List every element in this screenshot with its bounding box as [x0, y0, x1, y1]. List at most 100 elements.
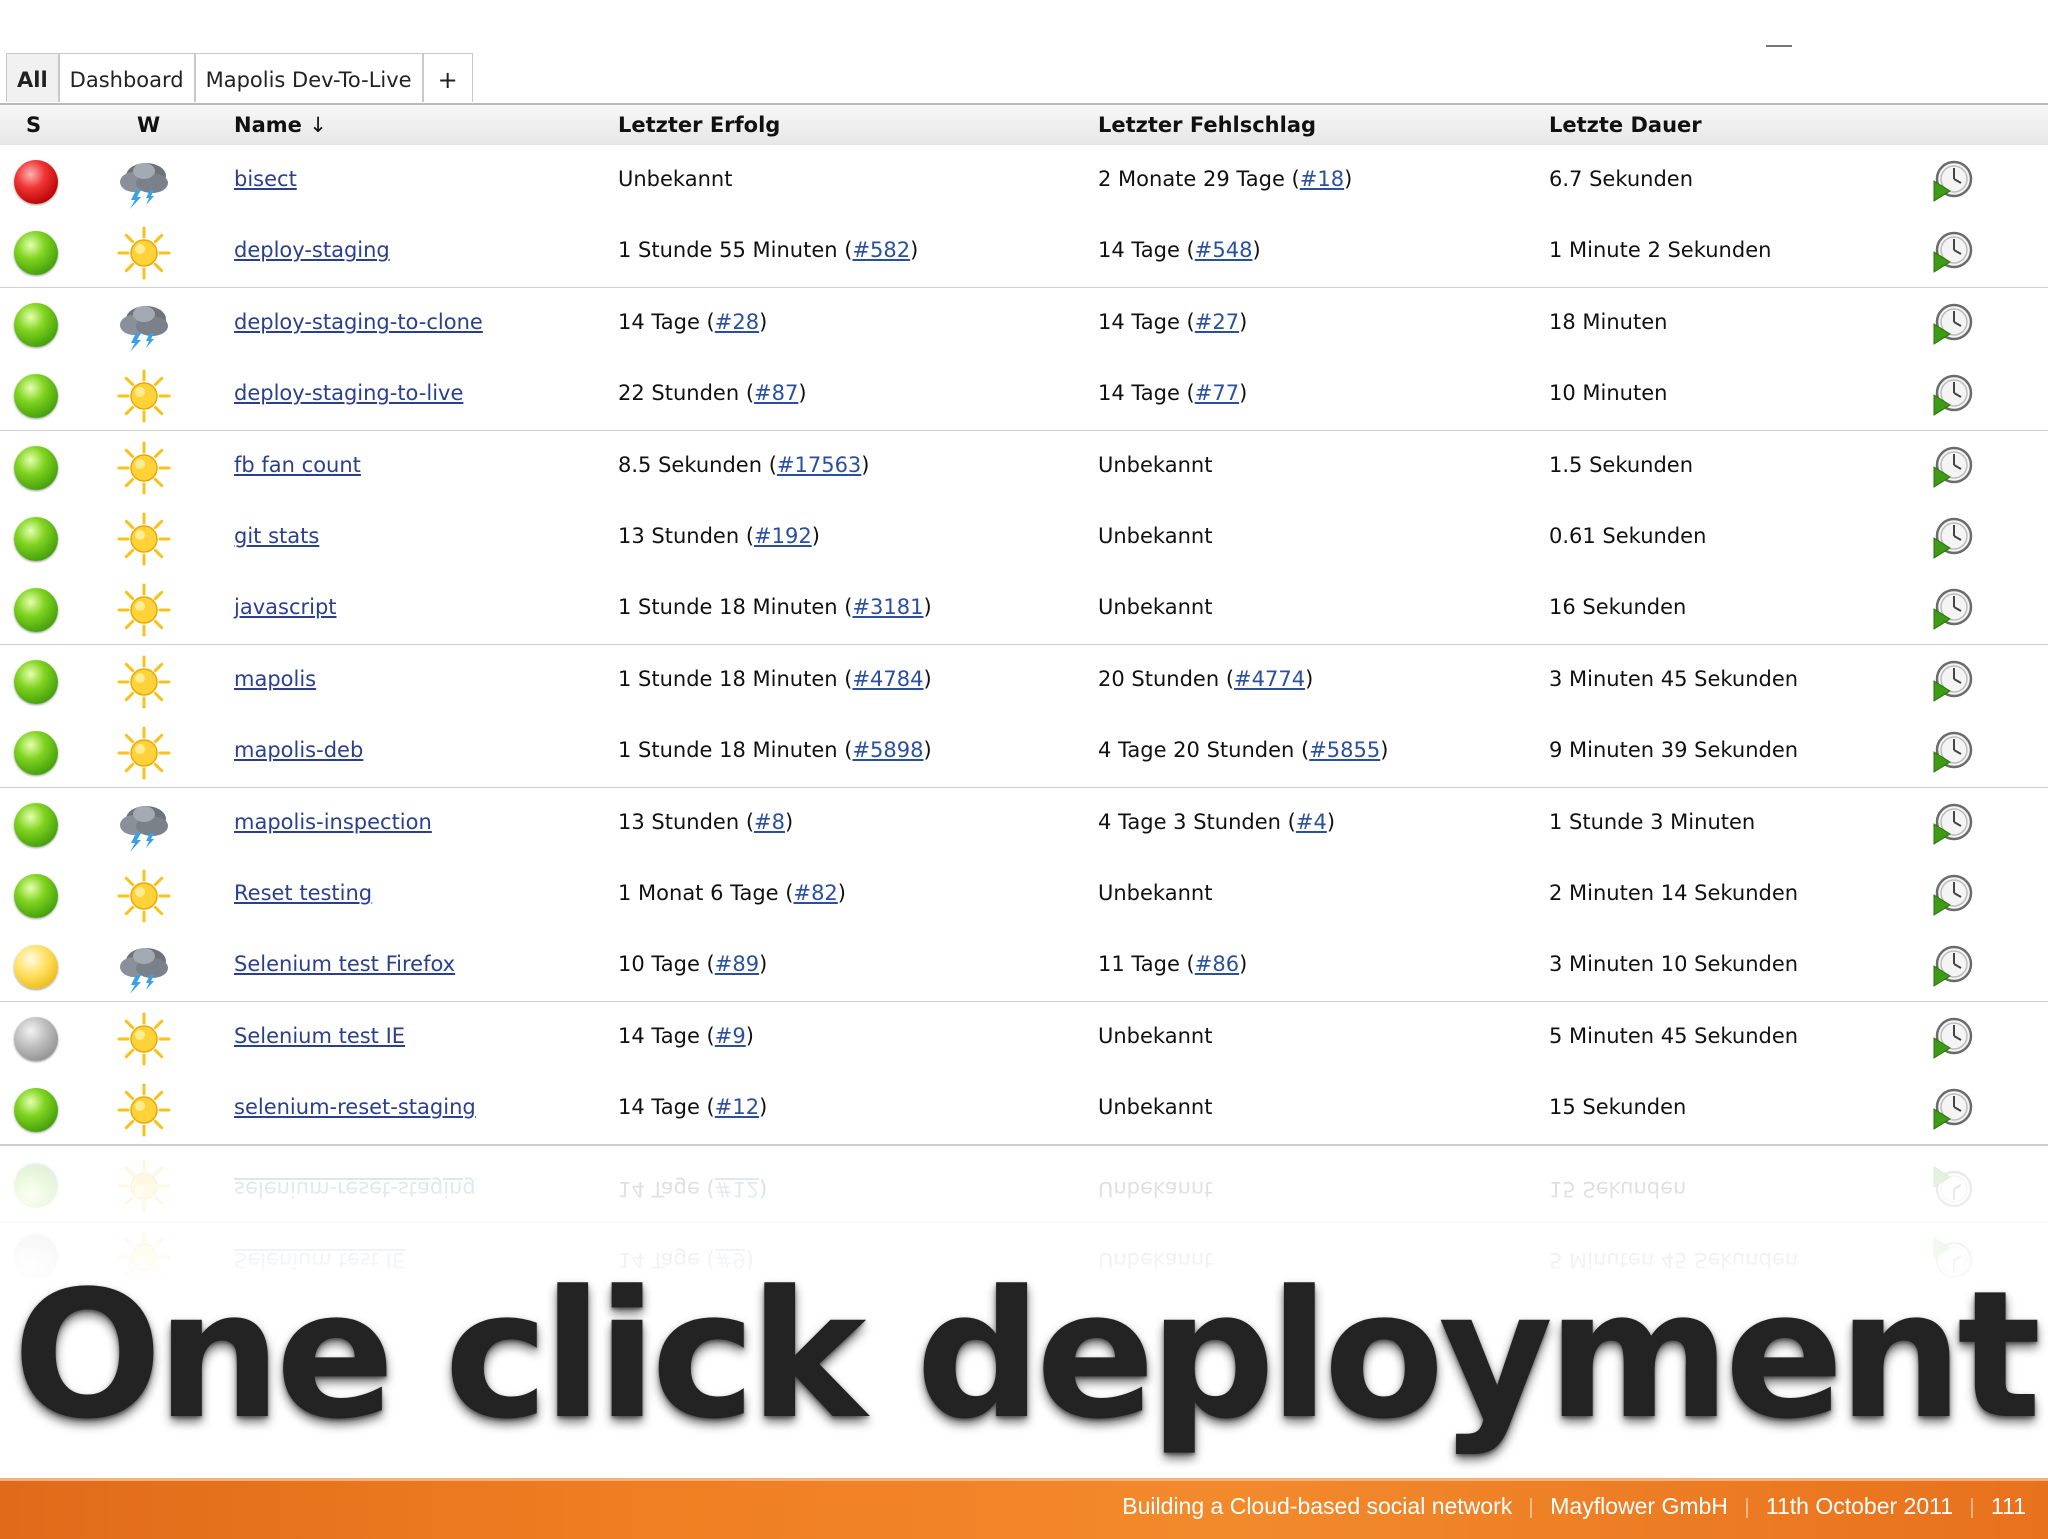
slide-footer: Building a Cloud-based social network May… [0, 1478, 2048, 1539]
last-success-text: 1 Stunde 55 Minuten ( [618, 238, 853, 263]
last-success: 1 Stunde 55 Minuten (#582) [618, 238, 919, 263]
build-link[interactable]: #8 [754, 810, 785, 834]
job-name-link[interactable]: selenium-reset-staging [234, 1095, 476, 1119]
build-link[interactable]: #12 [715, 1095, 759, 1119]
build-link[interactable]: #86 [1195, 952, 1239, 976]
job-name-link[interactable]: deploy-staging-to-clone [234, 310, 483, 334]
job-name-link[interactable]: bisect [234, 167, 297, 191]
column-header-last-failure[interactable]: Letzter Fehlschlag [1098, 113, 1316, 137]
status-green-icon[interactable] [14, 588, 58, 633]
schedule-build-icon[interactable] [1930, 730, 1974, 774]
build-link[interactable]: #582 [852, 238, 910, 262]
schedule-build-icon[interactable] [1930, 587, 1974, 631]
tab-mapolis-dev-to-live[interactable]: Mapolis Dev-To-Live [194, 53, 423, 102]
status-green-icon[interactable] [14, 302, 58, 347]
build-link[interactable]: #5898 [852, 738, 923, 762]
build-link[interactable]: #87 [754, 381, 798, 405]
column-header-last-success[interactable]: Letzter Erfolg [618, 113, 780, 137]
sun-icon [116, 725, 172, 781]
schedule-build-icon[interactable] [1930, 373, 1974, 417]
build-link[interactable]: #548 [1195, 238, 1253, 262]
build-link[interactable]: #192 [754, 524, 812, 548]
job-name-link[interactable]: fb fan count [234, 453, 361, 477]
last-success-text: 22 Stunden ( [618, 381, 755, 406]
status-green-icon[interactable] [14, 731, 58, 776]
last-duration: 3 Minuten 45 Sekunden [1549, 666, 1799, 691]
build-link[interactable]: #4774 [1234, 667, 1305, 691]
schedule-build-icon[interactable] [1930, 1016, 1974, 1060]
job-name-link[interactable]: deploy-staging [234, 238, 390, 262]
table-row: javascript 1 Stunde 18 Minuten (#3181) Unb… [0, 573, 2048, 647]
sun-icon [116, 582, 172, 638]
column-header-status[interactable]: S [26, 113, 41, 137]
column-header-weather[interactable]: W [137, 113, 160, 137]
build-link[interactable]: #17563 [777, 453, 861, 477]
last-success: 13 Stunden (#8) [618, 809, 794, 834]
last-failure: 2 Monate 29 Tage (#18) [1098, 167, 1353, 191]
column-header-name[interactable]: Name ↓ [234, 113, 327, 137]
job-name-link[interactable]: mapolis-deb [234, 738, 363, 762]
status-green-icon[interactable] [14, 802, 58, 847]
build-link[interactable]: #4784 [852, 667, 923, 691]
column-header-last-duration[interactable]: Letzte Dauer [1549, 113, 1702, 137]
last-success: 1 Stunde 18 Minuten (#5898) [618, 738, 932, 763]
status-green-icon[interactable] [14, 445, 58, 490]
last-failure: Unbekannt [1098, 595, 1212, 619]
job-name-link[interactable]: Reset testing [234, 881, 372, 905]
last-failure: 20 Stunden (#4774) [1098, 666, 1314, 691]
build-link[interactable]: #9 [715, 1024, 746, 1048]
last-failure-text: 14 Tage ( [1098, 309, 1195, 334]
status-green-icon[interactable] [14, 659, 58, 704]
schedule-build-icon[interactable] [1930, 516, 1974, 560]
build-link[interactable]: #18 [1300, 167, 1344, 191]
footer-page-number: 111 [1991, 1493, 2026, 1519]
status-red-icon[interactable] [14, 160, 58, 204]
last-success-text: Unbekannt [618, 167, 733, 191]
job-name-link[interactable]: Selenium test Firefox [234, 952, 455, 976]
last-success-text: 1 Stunde 18 Minuten ( [618, 738, 853, 763]
build-link[interactable]: #89 [715, 952, 759, 976]
job-name-link[interactable]: mapolis-inspection [234, 810, 432, 834]
build-link[interactable]: #5855 [1309, 738, 1380, 762]
last-success: 1 Stunde 18 Minuten (#3181) [618, 595, 932, 620]
status-green-icon[interactable] [14, 1088, 58, 1133]
schedule-build-icon[interactable] [1930, 302, 1974, 346]
status-green-icon[interactable] [14, 231, 58, 276]
add-view-tab[interactable]: + [422, 53, 473, 102]
tab-all[interactable]: All [6, 53, 59, 102]
last-success: 14 Tage (#28) [618, 309, 768, 334]
sun-icon [116, 225, 172, 281]
schedule-build-icon[interactable] [1930, 230, 1974, 274]
build-link[interactable]: #3181 [852, 595, 923, 619]
job-name-link[interactable]: javascript [234, 595, 337, 619]
schedule-build-icon[interactable] [1930, 1087, 1974, 1131]
last-failure-text: 4 Tage 20 Stunden ( [1098, 738, 1310, 763]
status-grey-icon[interactable] [14, 1016, 58, 1061]
status-green-icon[interactable] [14, 874, 58, 918]
status-green-icon[interactable] [14, 517, 58, 561]
schedule-build-icon[interactable] [1930, 802, 1974, 846]
last-failure: 14 Tage (#548) [1098, 238, 1261, 263]
status-yellow-icon[interactable] [14, 945, 58, 990]
schedule-build-icon[interactable] [1930, 873, 1974, 917]
last-duration: 0.61 Sekunden [1549, 524, 1707, 548]
job-name-link[interactable]: mapolis [234, 667, 316, 691]
schedule-build-icon[interactable] [1930, 659, 1974, 703]
sun-icon [116, 1082, 172, 1138]
job-name-link[interactable]: deploy-staging-to-live [234, 381, 463, 405]
job-name-link[interactable]: git stats [234, 524, 319, 548]
build-link[interactable]: #77 [1195, 381, 1239, 405]
last-success: Unbekannt [618, 167, 732, 191]
build-link[interactable]: #28 [715, 310, 759, 334]
schedule-build-icon[interactable] [1930, 445, 1974, 489]
build-link[interactable]: #27 [1195, 310, 1239, 334]
schedule-build-icon[interactable] [1930, 159, 1974, 203]
status-green-icon[interactable] [14, 374, 58, 419]
build-link[interactable]: #82 [793, 881, 837, 905]
schedule-build-icon[interactable] [1930, 944, 1974, 988]
sun-icon [116, 440, 172, 496]
tab-dashboard[interactable]: Dashboard [58, 53, 195, 102]
last-duration: 1.5 Sekunden [1549, 452, 1694, 477]
job-name-link[interactable]: Selenium test IE [234, 1024, 405, 1048]
build-link[interactable]: #4 [1296, 810, 1327, 834]
